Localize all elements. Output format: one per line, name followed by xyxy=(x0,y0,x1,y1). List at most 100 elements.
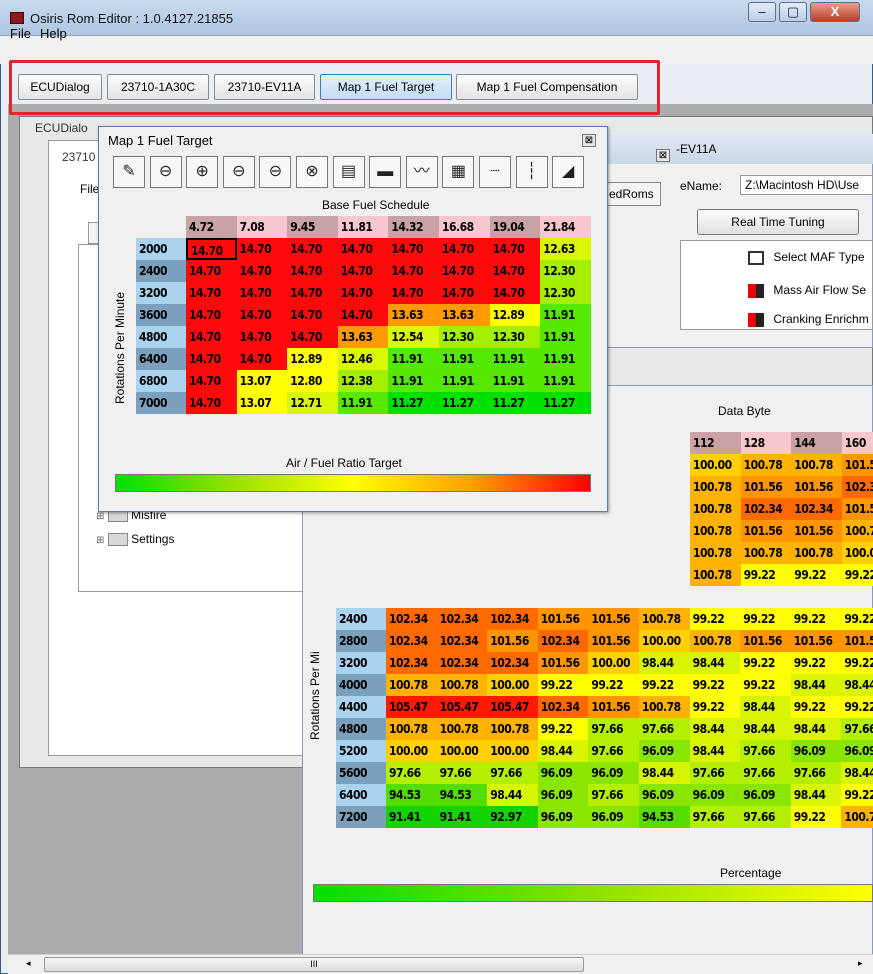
table-cell[interactable]: 14.70 xyxy=(186,282,237,304)
table-cell[interactable]: 98.44 xyxy=(790,718,842,740)
table-cell[interactable]: 12.46 xyxy=(337,348,389,370)
table-cell[interactable]: 14.70 xyxy=(337,260,389,282)
table-cell[interactable]: 100.00 xyxy=(487,740,538,762)
table-cell[interactable]: 102.34 xyxy=(487,652,538,674)
table-cell[interactable]: 98.44 xyxy=(689,652,741,674)
table-cell[interactable]: 14.70 xyxy=(337,282,389,304)
table-cell[interactable]: 14.70 xyxy=(287,282,338,304)
table-cell[interactable]: 100.78 xyxy=(386,674,437,696)
table-cell[interactable]: 100.78 xyxy=(689,630,741,652)
add-row-icon[interactable]: ⊕ xyxy=(186,156,219,188)
table-cell[interactable]: 100.78 xyxy=(740,542,792,564)
line-graph-icon[interactable]: 〰 xyxy=(405,156,438,188)
minimize-button[interactable]: – xyxy=(748,2,776,22)
table-cell[interactable]: 14.70 xyxy=(388,282,439,304)
table-cell[interactable]: 96.09 xyxy=(841,740,873,762)
table-cell[interactable]: 96.09 xyxy=(537,784,589,806)
remove-cell-icon[interactable]: ⊖ xyxy=(259,156,292,188)
table-cell[interactable]: 13.07 xyxy=(236,392,288,414)
monitor-icon[interactable]: ▬ xyxy=(369,156,402,188)
table-cell[interactable]: 11.27 xyxy=(489,392,541,414)
table-cell[interactable]: 102.34 xyxy=(740,498,792,520)
table-cell[interactable]: 99.22 xyxy=(790,696,842,718)
table-cell[interactable]: 11.91 xyxy=(540,370,591,392)
table-cell[interactable]: 97.66 xyxy=(689,806,741,828)
table-cell[interactable]: 97.66 xyxy=(841,718,873,740)
table-cell[interactable]: 14.70 xyxy=(388,238,439,260)
table-cell[interactable]: 98.44 xyxy=(841,762,873,784)
table-cell[interactable]: 14.70 xyxy=(186,326,237,348)
table-cell[interactable]: 101.56 xyxy=(791,520,842,542)
table-cell[interactable]: 12.89 xyxy=(287,348,338,370)
table-cell[interactable]: 14.70 xyxy=(287,326,338,348)
scroll-left-arrow-icon[interactable]: ◂ xyxy=(26,958,31,969)
table-cell[interactable]: 101.56 xyxy=(740,630,791,652)
table-cell[interactable]: 98.44 xyxy=(639,762,690,784)
table-cell[interactable]: 99.22 xyxy=(740,608,791,630)
table-cell[interactable]: 12.89 xyxy=(489,304,541,326)
table-cell[interactable]: 99.22 xyxy=(841,608,873,630)
table-cell[interactable]: 97.66 xyxy=(386,762,437,784)
tree-folder-settings[interactable]: ⊞ Settings xyxy=(96,532,236,550)
table-cell[interactable]: 97.66 xyxy=(588,718,639,740)
table-cell[interactable]: 100.7 xyxy=(841,520,873,542)
table-cell[interactable]: 13.63 xyxy=(337,326,389,348)
table-cell[interactable]: 98.44 xyxy=(689,740,741,762)
table-cell[interactable]: 12.30 xyxy=(540,260,591,282)
table-cell[interactable]: 14.70 xyxy=(186,370,237,392)
table-cell[interactable]: 101.5 xyxy=(841,498,873,520)
table-cell[interactable]: 11.91 xyxy=(540,304,591,326)
table-cell[interactable]: 97.66 xyxy=(740,740,791,762)
table-cell[interactable]: 91.41 xyxy=(436,806,488,828)
table-cell[interactable]: 96.09 xyxy=(740,784,791,806)
table-cell[interactable]: 99.22 xyxy=(689,608,741,630)
table-cell[interactable]: 102.3 xyxy=(841,476,873,498)
table-cell[interactable]: 97.66 xyxy=(689,762,741,784)
table-cell[interactable]: 100.00 xyxy=(690,454,741,476)
table-cell[interactable]: 99.22 xyxy=(537,674,589,696)
table-cell[interactable]: 14.70 xyxy=(489,282,541,304)
table-cell[interactable]: 96.09 xyxy=(639,740,690,762)
table-cell[interactable]: 100.78 xyxy=(791,454,842,476)
table-cell[interactable]: 96.09 xyxy=(537,806,589,828)
table-cell[interactable]: 11.91 xyxy=(337,392,389,414)
table-cell[interactable]: 96.09 xyxy=(588,806,639,828)
vertical-line-icon[interactable]: ┆ xyxy=(515,156,548,188)
table-cell[interactable]: 94.53 xyxy=(639,806,690,828)
table-cell[interactable]: 98.44 xyxy=(841,674,873,696)
table-cell[interactable]: 97.66 xyxy=(790,762,842,784)
table-cell[interactable]: 14.70 xyxy=(236,348,288,370)
table-cell[interactable]: 12.54 xyxy=(388,326,439,348)
table-cell[interactable]: 96.09 xyxy=(537,762,589,784)
table-cell[interactable]: 97.66 xyxy=(740,806,791,828)
table-cell[interactable]: 11.91 xyxy=(489,348,541,370)
table-cell[interactable]: 100.78 xyxy=(740,454,792,476)
table-cell[interactable]: 99.22 xyxy=(588,674,639,696)
table-cell[interactable]: 100.78 xyxy=(639,696,690,718)
table-cell[interactable]: 99.22 xyxy=(841,696,873,718)
table-cell[interactable]: 105.47 xyxy=(436,696,488,718)
table-cell[interactable]: 14.70 xyxy=(236,326,288,348)
table-cell[interactable]: 105.47 xyxy=(386,696,437,718)
table-cell[interactable]: 102.34 xyxy=(386,608,437,630)
table-cell[interactable]: 97.66 xyxy=(588,784,639,806)
close-button[interactable]: X xyxy=(810,2,860,22)
table-cell[interactable]: 100.78 xyxy=(487,718,538,740)
table-cell[interactable]: 101.56 xyxy=(588,608,639,630)
table-cell[interactable]: 99.22 xyxy=(740,564,792,586)
table-cell[interactable]: 97.66 xyxy=(740,762,791,784)
table-cell[interactable]: 100.00 xyxy=(436,740,488,762)
table-cell[interactable]: 97.66 xyxy=(639,718,690,740)
table-cell[interactable]: 98.44 xyxy=(740,696,791,718)
table-cell[interactable]: 100.78 xyxy=(791,542,842,564)
table-cell[interactable]: 101.56 xyxy=(740,520,792,542)
table-cell[interactable]: 102.34 xyxy=(436,608,488,630)
table-cell[interactable]: 14.70 xyxy=(186,260,237,282)
table-cell[interactable]: 13.63 xyxy=(388,304,439,326)
table-cell[interactable]: 96.09 xyxy=(790,740,842,762)
expand-icon[interactable]: ⊞ xyxy=(96,535,104,546)
export-icon[interactable]: ▤ xyxy=(332,156,365,188)
surface-graph-icon[interactable]: ◢ xyxy=(552,156,585,188)
table-cell[interactable]: 98.44 xyxy=(740,718,791,740)
table-cell[interactable]: 99.22 xyxy=(841,564,873,586)
